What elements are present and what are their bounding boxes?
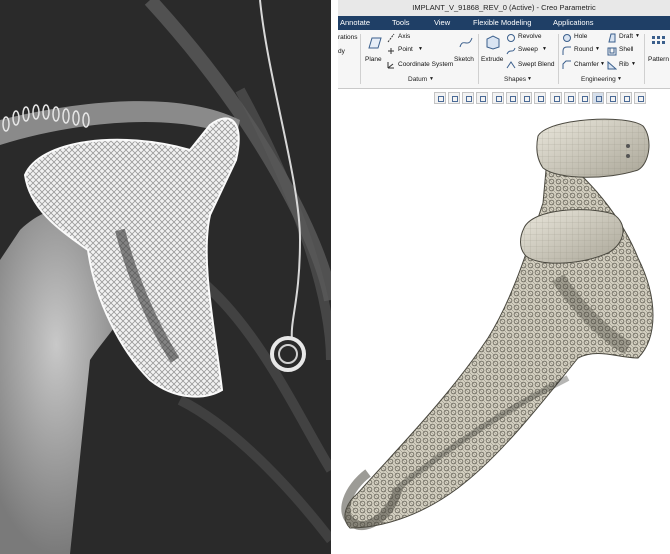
revolve-icon[interactable] xyxy=(506,33,516,43)
draft-icon[interactable] xyxy=(607,33,617,43)
engineering-group-dropdown-icon[interactable]: ▼ xyxy=(617,76,622,82)
zoom-in-icon[interactable] xyxy=(448,92,460,104)
extrude-button[interactable]: Extrude xyxy=(481,56,503,63)
shapes-group-dropdown-icon[interactable]: ▼ xyxy=(527,76,532,82)
repaint-icon[interactable] xyxy=(476,92,488,104)
point-icon[interactable] xyxy=(386,46,396,56)
engineering-group-label[interactable]: Engineering xyxy=(581,76,616,83)
shell-icon[interactable] xyxy=(607,46,617,56)
ribbon-separator xyxy=(478,34,479,84)
pause-icon[interactable] xyxy=(620,92,632,104)
view-manager-icon[interactable] xyxy=(534,92,546,104)
round-icon[interactable] xyxy=(562,46,572,56)
sketch-button[interactable]: Sketch xyxy=(454,56,474,63)
chamfer-icon[interactable] xyxy=(562,60,572,70)
section-icon[interactable] xyxy=(564,92,576,104)
sketch-icon[interactable] xyxy=(458,35,474,49)
perspective-icon[interactable] xyxy=(550,92,562,104)
xray-image xyxy=(0,0,331,554)
ribbon: rations dy Plane Axis Point ▼ Coordinate… xyxy=(338,30,670,89)
menu-flexible-modeling[interactable]: Flexible Modeling xyxy=(473,16,531,30)
ribbon-partial-2[interactable]: dy xyxy=(338,48,345,55)
display-style-icon[interactable] xyxy=(520,92,532,104)
rib-dropdown-icon[interactable]: ▼ xyxy=(631,61,636,67)
coordinate-system-button[interactable]: Coordinate System xyxy=(398,61,453,68)
hole-icon[interactable] xyxy=(562,33,572,43)
coordinate-system-icon[interactable] xyxy=(386,60,396,70)
ribbon-partial-1[interactable]: rations xyxy=(338,34,358,41)
datum-display-icon[interactable] xyxy=(578,92,590,104)
sweep-dropdown-icon[interactable]: ▼ xyxy=(542,46,547,52)
extrude-icon[interactable] xyxy=(484,34,502,50)
swept-blend-icon[interactable] xyxy=(506,60,516,70)
axis-button[interactable]: Axis xyxy=(398,33,410,40)
menu-applications[interactable]: Applications xyxy=(553,16,593,30)
pattern-icon[interactable] xyxy=(650,34,666,50)
window-title: IMPLANT_V_91868_REV_0 (Active) - Creo Pa… xyxy=(338,0,670,16)
divider xyxy=(331,0,338,554)
menu-tools[interactable]: Tools xyxy=(392,16,410,30)
hole-button[interactable]: Hole xyxy=(574,33,587,40)
menu-view[interactable]: View xyxy=(434,16,450,30)
rib-button[interactable]: Rib xyxy=(619,61,629,68)
point-dropdown-icon[interactable]: ▼ xyxy=(418,46,423,52)
draft-button[interactable]: Draft xyxy=(619,33,633,40)
zoom-out-icon[interactable] xyxy=(462,92,474,104)
sweep-icon[interactable] xyxy=(506,46,516,56)
shell-button[interactable]: Shell xyxy=(619,46,633,53)
sweep-button[interactable]: Sweep xyxy=(518,46,538,53)
creo-window: IMPLANT_V_91868_REV_0 (Active) - Creo Pa… xyxy=(338,0,670,554)
reorient-icon[interactable] xyxy=(492,92,504,104)
rib-icon[interactable] xyxy=(607,60,617,70)
annotation-display-icon[interactable] xyxy=(592,92,604,104)
point-button[interactable]: Point xyxy=(398,46,413,53)
datum-group-label[interactable]: Datum xyxy=(408,76,427,83)
saved-views-icon[interactable] xyxy=(506,92,518,104)
revolve-button[interactable]: Revolve xyxy=(518,33,541,40)
model-viewport[interactable] xyxy=(338,108,670,554)
more-icon[interactable] xyxy=(634,92,646,104)
menu-annotate[interactable]: Annotate xyxy=(340,16,370,30)
menu-bar: Annotate Tools View Flexible Modeling Ap… xyxy=(338,16,670,30)
implant-model xyxy=(341,118,654,530)
shapes-group-label[interactable]: Shapes xyxy=(504,76,526,83)
round-button[interactable]: Round xyxy=(574,46,593,53)
chamfer-dropdown-icon[interactable]: ▼ xyxy=(600,61,605,67)
ribbon-separator xyxy=(360,34,361,84)
pattern-button[interactable]: Pattern xyxy=(648,56,669,63)
chamfer-button[interactable]: Chamfer xyxy=(574,61,599,68)
plane-button[interactable]: Plane xyxy=(365,56,382,63)
xray-photo xyxy=(0,0,331,554)
ribbon-separator xyxy=(558,34,559,84)
ribbon-separator xyxy=(644,34,645,84)
draft-dropdown-icon[interactable]: ▼ xyxy=(635,33,640,39)
axis-icon[interactable] xyxy=(386,33,396,43)
swept-blend-button[interactable]: Swept Blend xyxy=(518,61,555,68)
spin-center-icon[interactable] xyxy=(606,92,618,104)
zoom-fit-icon[interactable] xyxy=(434,92,446,104)
view-toolbar xyxy=(434,92,660,106)
round-dropdown-icon[interactable]: ▼ xyxy=(595,46,600,52)
plane-icon[interactable] xyxy=(366,36,382,50)
datum-group-dropdown-icon[interactable]: ▼ xyxy=(429,76,434,82)
